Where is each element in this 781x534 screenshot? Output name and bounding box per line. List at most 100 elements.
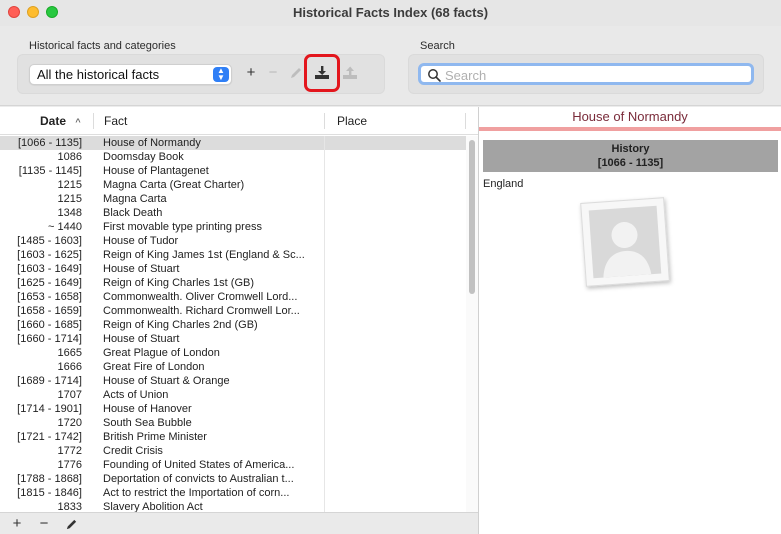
date-cell: [1714 - 1901] (17, 403, 82, 415)
fact-cell: British Prime Minister (103, 431, 207, 443)
date-cell: 1707 (57, 389, 82, 401)
fact-cell: Reign of King Charles 2nd (GB) (103, 319, 258, 331)
toolbar: Historical facts and categories All the … (0, 26, 781, 106)
table-row[interactable]: [1689 - 1714] House of Stuart & Orange (0, 374, 466, 388)
table-row[interactable]: [1714 - 1901] House of Hanover (0, 402, 466, 416)
table-row[interactable]: [1658 - 1659] Commonwealth. Richard Cromw… (0, 304, 466, 318)
table-row[interactable]: [1485 - 1603] House of Tudor (0, 234, 466, 248)
table-row[interactable]: ~ 1440 First movable type printing press (0, 220, 466, 234)
date-cell: ~ 1440 (48, 221, 82, 233)
export-button[interactable] (340, 63, 360, 83)
date-column-header[interactable]: Date ^ (40, 107, 81, 135)
date-cell: [1660 - 1714] (17, 333, 82, 345)
fact-cell: Magna Carta (103, 193, 167, 205)
fact-column-header[interactable]: Fact (104, 107, 127, 135)
search-input[interactable] (445, 67, 745, 83)
date-cell: 1086 (57, 151, 82, 163)
table-row[interactable]: 1215 Magna Carta (Great Charter) (0, 178, 466, 192)
date-cell: [1066 - 1135] (17, 137, 82, 149)
fact-cell: Great Plague of London (103, 347, 220, 359)
remove-category-button[interactable]: − (263, 63, 283, 83)
date-cell: [1788 - 1868] (17, 473, 82, 485)
date-cell: [1689 - 1714] (17, 375, 82, 387)
fact-cell: House of Normandy (103, 137, 201, 149)
table-row[interactable]: 1776 Founding of United States of America… (0, 458, 466, 472)
pencil-icon (66, 519, 76, 530)
edit-fact-button[interactable] (62, 515, 80, 533)
table-row[interactable]: [1603 - 1649] House of Stuart (0, 262, 466, 276)
table-row[interactable]: 1086 Doomsday Book (0, 150, 466, 164)
date-cell: [1721 - 1742] (17, 431, 82, 443)
table-row[interactable]: [1603 - 1625] Reign of King James 1st (En… (0, 248, 466, 262)
pencil-icon (291, 68, 301, 78)
table-row[interactable]: 1665 Great Plague of London (0, 346, 466, 360)
fact-cell: Magna Carta (Great Charter) (103, 179, 245, 191)
table-row[interactable]: 1833 Slavery Abolition Act (0, 500, 466, 512)
person-placeholder-icon (603, 222, 652, 278)
fact-cell: Reign of King James 1st (England & Sc... (103, 249, 305, 261)
edit-category-button[interactable] (286, 63, 306, 83)
table-row[interactable]: [1625 - 1649] Reign of King Charles 1st (… (0, 276, 466, 290)
fact-cell: Doomsday Book (103, 151, 184, 163)
add-fact-button[interactable]: + (8, 515, 26, 533)
column-divider[interactable] (93, 113, 94, 129)
place-column-header[interactable]: Place (337, 107, 367, 135)
fact-cell: Founding of United States of America... (103, 459, 295, 471)
date-cell: 1720 (57, 417, 82, 429)
history-box: History [1066 - 1135] (483, 140, 778, 172)
category-popup[interactable]: All the historical facts ▲ ▼ (29, 64, 232, 85)
column-divider[interactable] (324, 113, 325, 129)
table-row[interactable]: [1721 - 1742] British Prime Minister (0, 430, 466, 444)
date-cell: [1658 - 1659] (17, 305, 82, 317)
category-popup-label: All the historical facts (37, 67, 160, 82)
fact-cell: House of Tudor (103, 235, 179, 247)
date-cell: 1215 (57, 179, 82, 191)
table-row[interactable]: [1066 - 1135] House of Normandy (0, 136, 466, 150)
date-cell: 1215 (57, 193, 82, 205)
title-bar: Historical Facts Index (68 facts) (0, 0, 781, 26)
fact-cell: Acts of Union (103, 389, 169, 401)
chevron-updown-icon: ▲ ▼ (213, 67, 229, 82)
table-row[interactable]: 1772 Credit Crisis (0, 444, 466, 458)
table-row[interactable]: [1660 - 1685] Reign of King Charles 2nd (… (0, 318, 466, 332)
remove-fact-button[interactable]: − (35, 515, 53, 533)
table-row[interactable]: 1215 Magna Carta (0, 192, 466, 206)
date-cell: 1772 (57, 445, 82, 457)
table-row[interactable]: 1707 Acts of Union (0, 388, 466, 402)
detail-title: House of Normandy (572, 109, 688, 124)
table-header: Date ^ Fact Place (0, 107, 478, 135)
table-row[interactable]: [1653 - 1658] Commonwealth. Oliver Cromwe… (0, 290, 466, 304)
date-cell: [1625 - 1649] (17, 277, 82, 289)
table-row[interactable]: [1660 - 1714] House of Stuart (0, 332, 466, 346)
add-category-button[interactable]: + (241, 63, 261, 83)
fact-cell: House of Stuart (103, 333, 180, 345)
place-column-line (324, 136, 325, 512)
date-cell: [1603 - 1625] (17, 249, 82, 261)
date-cell: [1815 - 1846] (17, 487, 82, 499)
table-rows: [1066 - 1135] House of Normandy 1086 Doomsd… (0, 136, 466, 512)
table-row[interactable]: 1666 Great Fire of London (0, 360, 466, 374)
scroll-thumb[interactable] (469, 140, 475, 294)
date-cell: [1485 - 1603] (17, 235, 82, 247)
table-row[interactable]: 1348 Black Death (0, 206, 466, 220)
fact-cell: Slavery Abolition Act (103, 501, 203, 512)
search-field[interactable] (418, 63, 754, 85)
fact-cell: Commonwealth. Oliver Cromwell Lord... (103, 291, 298, 303)
import-highlight-box (304, 54, 340, 92)
table-row[interactable]: [1815 - 1846] Act to restrict the Importa… (0, 486, 466, 500)
table-scrollbar[interactable] (466, 136, 478, 512)
table-row[interactable]: [1135 - 1145] House of Plantagenet (0, 164, 466, 178)
facts-table: Date ^ Fact Place [1066 - 1135] House of … (0, 107, 478, 534)
table-row[interactable]: 1720 South Sea Bubble (0, 416, 466, 430)
history-range: [1066 - 1135] (597, 157, 664, 169)
table-row[interactable]: [1788 - 1868] Deportation of convicts to … (0, 472, 466, 486)
facts-group-label: Historical facts and categories (29, 40, 176, 52)
date-cell: [1660 - 1685] (17, 319, 82, 331)
upload-tray-icon (343, 66, 357, 79)
column-divider[interactable] (465, 113, 466, 129)
fact-cell: Great Fire of London (103, 361, 205, 373)
date-cell: 1348 (57, 207, 82, 219)
photo-placeholder (588, 205, 662, 279)
photo-frame[interactable] (580, 197, 670, 287)
date-cell: 1833 (57, 501, 82, 512)
